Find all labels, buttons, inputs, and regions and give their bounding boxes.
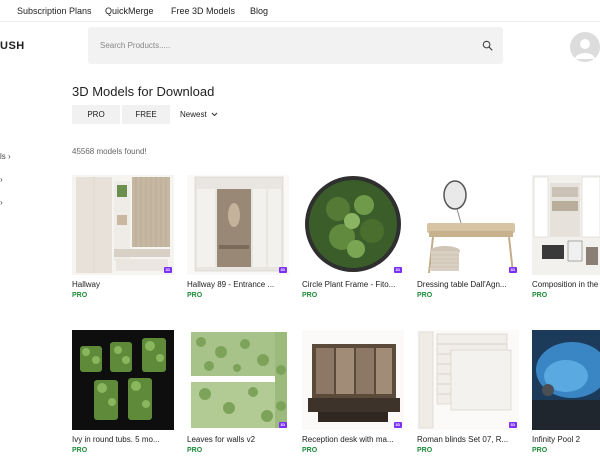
product-tier: PRO (302, 447, 318, 454)
product-thumbnail: 3D (187, 175, 289, 275)
product-title[interactable]: Leaves for walls v2 (187, 435, 289, 444)
filter-pro-button[interactable]: PRO (72, 105, 120, 124)
product-card[interactable]: 3D Hallway PRO (72, 175, 174, 299)
product-card[interactable]: Composition in the PRO (532, 175, 600, 299)
product-title[interactable]: Dressing table Dall'Agn... (417, 280, 519, 289)
premium-badge: 3D (163, 267, 172, 273)
product-card[interactable]: 3D Roman blinds Set 07, R... PRO (417, 330, 519, 454)
search-input[interactable] (100, 27, 470, 64)
product-title[interactable]: Hallway 89 - Entrance ... (187, 280, 289, 289)
product-thumbnail: 3D (302, 175, 404, 275)
nav-link-blog[interactable]: Blog (250, 6, 268, 16)
premium-badge: 3D (393, 422, 402, 428)
product-tier: PRO (72, 447, 88, 454)
premium-badge: 3D (278, 422, 287, 428)
sidebar-item-partial[interactable]: ls › (0, 152, 11, 161)
product-tier: PRO (417, 447, 433, 454)
sort-label: Newest (180, 110, 207, 119)
product-title[interactable]: Reception desk with ma... (302, 435, 404, 444)
product-tier: PRO (72, 292, 88, 299)
chevron-right-icon[interactable]: › (0, 175, 3, 184)
filter-free-button[interactable]: FREE (122, 105, 170, 124)
product-title[interactable]: Composition in the (532, 280, 600, 289)
product-card[interactable]: Ivy in round tubs. 5 mo... PRO (72, 330, 174, 454)
product-tier: PRO (187, 292, 203, 299)
nav-link-subscription-plans[interactable]: Subscription Plans (17, 6, 92, 16)
search-bar (88, 27, 503, 64)
product-tier: PRO (417, 292, 433, 299)
product-title[interactable]: Circle Plant Frame - Fito... (302, 280, 404, 289)
product-card[interactable]: 3D Circle Plant Frame - Fito... PRO (302, 175, 404, 299)
product-card[interactable]: 3D Hallway 89 - Entrance ... PRO (187, 175, 289, 299)
sort-dropdown[interactable]: Newest (180, 110, 218, 119)
search-icon[interactable] (482, 40, 493, 51)
page-title: 3D Models for Download (72, 84, 215, 99)
premium-badge: 3D (393, 267, 402, 273)
product-thumbnail (532, 175, 600, 275)
sidebar-item-label: ls (0, 152, 6, 161)
product-thumbnail: 3D (417, 175, 519, 275)
chevron-down-icon (211, 113, 218, 117)
site-logo[interactable]: USH (0, 40, 25, 52)
product-thumbnail: 3D (417, 330, 519, 430)
top-navigation: Subscription Plans QuickMerge Free 3D Mo… (0, 0, 600, 22)
chevron-right-icon: › (8, 152, 11, 161)
nav-link-quickmerge[interactable]: QuickMerge (105, 6, 154, 16)
premium-badge: 3D (278, 267, 287, 273)
product-title[interactable]: Hallway (72, 280, 174, 289)
product-thumbnail: 3D (302, 330, 404, 430)
product-title[interactable]: Roman blinds Set 07, R... (417, 435, 519, 444)
product-tier: PRO (187, 447, 203, 454)
product-thumbnail: 3D (187, 330, 289, 430)
product-card[interactable]: 3D Dressing table Dall'Agn... PRO (417, 175, 519, 299)
product-thumbnail (72, 330, 174, 430)
user-avatar-icon[interactable] (570, 32, 600, 62)
product-thumbnail: 3D (72, 175, 174, 275)
premium-badge: 3D (508, 267, 517, 273)
product-thumbnail (532, 330, 600, 430)
results-count: 45568 models found! (72, 147, 147, 156)
product-tier: PRO (532, 292, 548, 299)
product-tier: PRO (532, 447, 548, 454)
product-card[interactable]: 3D Leaves for walls v2 PRO (187, 330, 289, 454)
premium-badge: 3D (508, 422, 517, 428)
nav-link-free-3d-models[interactable]: Free 3D Models (171, 6, 235, 16)
product-tier: PRO (302, 292, 318, 299)
product-title[interactable]: Infinity Pool 2 (532, 435, 600, 444)
product-title[interactable]: Ivy in round tubs. 5 mo... (72, 435, 174, 444)
product-card[interactable]: Infinity Pool 2 PRO (532, 330, 600, 454)
product-card[interactable]: 3D Reception desk with ma... PRO (302, 330, 404, 454)
chevron-right-icon[interactable]: › (0, 198, 3, 207)
